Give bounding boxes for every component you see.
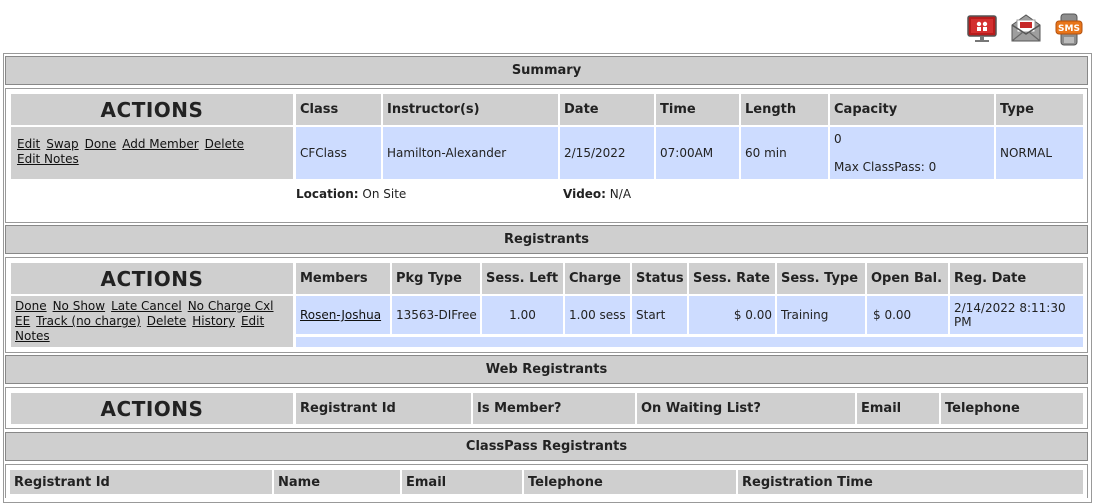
summary-edit-notes-link[interactable]: Edit Notes [17,152,79,166]
classpass-header-email: Email [402,470,522,494]
registrant-sess-rate-value: $ 0.00 [689,296,775,334]
registrants-header-sess-left: Sess. Left [482,263,563,294]
web-header-email: Email [857,393,939,424]
summary-edit-link[interactable]: Edit [17,137,40,151]
registrant-delete-link[interactable]: Delete [147,314,186,328]
summary-header-type: Type [996,94,1083,125]
web-header-is-member: Is Member? [473,393,635,424]
web-registrants-panel: ACTIONS Registrant Id Is Member? On Wait… [5,387,1088,429]
registrants-header-sess-type: Sess. Type [777,263,865,294]
registrant-status-value: Start [632,296,687,334]
summary-panel: ACTIONS Class Instructor(s) Date Time Le… [5,88,1088,223]
registrants-title: Registrants [504,232,589,247]
summary-type-value: NORMAL [996,127,1083,179]
registrants-header-members: Members [296,263,390,294]
web-registrants-title-bar: Web Registrants [5,355,1088,384]
registrant-pkg-type-value: 13563-DIFree [392,296,480,334]
video-value: N/A [609,187,632,201]
registrants-panel: ACTIONS Members Pkg Type Sess. Left Char… [5,257,1088,353]
web-header-telephone: Telephone [941,393,1083,424]
classpass-panel: Registrant Id Name Email Telephone Regis… [5,464,1088,498]
registrant-member-cell: Rosen-Joshua [296,296,390,334]
registrants-header-status: Status [632,263,687,294]
registrant-track-link[interactable]: Track (no charge) [36,314,141,328]
registrants-actions-cell: Done No Show Late Cancel No Charge Cxl EE Tr… [11,296,293,347]
web-header-waiting-list: On Waiting List? [637,393,855,424]
location-label: Location: [296,187,359,201]
web-actions-header: ACTIONS [11,393,293,424]
classpass-title: ClassPass Registrants [465,439,628,454]
summary-header-length: Length [741,94,828,125]
summary-header-date: Date [560,94,654,125]
registrant-sess-left-value: 1.00 [482,296,563,334]
registrant-reg-date-value: 2/14/2022 8:11:30 PM [950,296,1083,334]
registrant-no-charge-cxl-link[interactable]: No Charge Cxl [188,299,274,313]
summary-done-link[interactable]: Done [85,137,117,151]
summary-actions-header: ACTIONS [11,94,293,125]
summary-title: Summary [511,63,582,78]
classpass-header-name: Name [274,470,400,494]
summary-capacity-cell: 0 Max ClassPass: 0 [830,127,994,179]
summary-max-classpass: Max ClassPass: 0 [834,160,937,174]
sms-icon[interactable]: SMS [1055,12,1087,46]
email-icon[interactable] [1009,12,1041,44]
registrant-late-cancel-link[interactable]: Late Cancel [111,299,182,313]
classpass-header-registration-time: Registration Time [738,470,1083,494]
classpass-header-registrant-id: Registrant Id [10,470,272,494]
registrant-open-bal-value: $ 0.00 [867,296,948,334]
presentation-icon[interactable] [966,12,998,44]
summary-instructor-value: Hamilton-Alexander [383,127,558,179]
registrant-done-link[interactable]: Done [15,299,47,313]
summary-header-class: Class [296,94,381,125]
summary-delete-link[interactable]: Delete [205,137,244,151]
summary-video: Video: N/A [563,187,631,201]
registrant-edit-link[interactable]: Edit [241,314,264,328]
sms-icon-label: SMS [1058,24,1080,34]
registrant-no-show-link[interactable]: No Show [53,299,106,313]
registrants-header-charge: Charge [565,263,630,294]
summary-length-value: 60 min [741,127,828,179]
registrant-sess-type-value: Training [777,296,865,334]
registrants-header-reg-date: Reg. Date [950,263,1083,294]
registrants-header-open-bal: Open Bal. [867,263,948,294]
registrant-notes-row [296,337,1083,347]
summary-title-bar: Summary [5,56,1088,85]
registrant-history-link[interactable]: History [192,314,235,328]
classpass-title-bar: ClassPass Registrants [5,432,1088,461]
summary-header-capacity: Capacity [830,94,994,125]
registrants-title-bar: Registrants [5,225,1088,254]
registrant-charge-value: 1.00 sess [565,296,630,334]
classpass-header-telephone: Telephone [524,470,736,494]
summary-swap-link[interactable]: Swap [46,137,78,151]
registrants-actions-header: ACTIONS [11,263,293,294]
summary-actions-cell: Edit Swap Done Add Member Delete Edit Notes [11,127,293,179]
registrant-member-link[interactable]: Rosen-Joshua [300,308,381,322]
summary-date-value: 2/15/2022 [560,127,654,179]
registrants-header-sess-rate: Sess. Rate [689,263,775,294]
summary-capacity-value: 0 [834,132,842,146]
web-registrants-title: Web Registrants [485,362,608,377]
summary-header-time: Time [656,94,739,125]
summary-location: Location: On Site [296,187,406,201]
summary-header-instructors: Instructor(s) [383,94,558,125]
registrant-notes-link[interactable]: Notes [15,329,50,343]
summary-class-value: CFClass [296,127,381,179]
registrant-ee-link[interactable]: EE [15,314,30,328]
location-value: On Site [362,187,407,201]
web-header-registrant-id: Registrant Id [296,393,471,424]
video-label: Video: [563,187,606,201]
summary-time-value: 07:00AM [656,127,739,179]
registrants-header-pkg-type: Pkg Type [392,263,480,294]
summary-add-member-link[interactable]: Add Member [122,137,198,151]
